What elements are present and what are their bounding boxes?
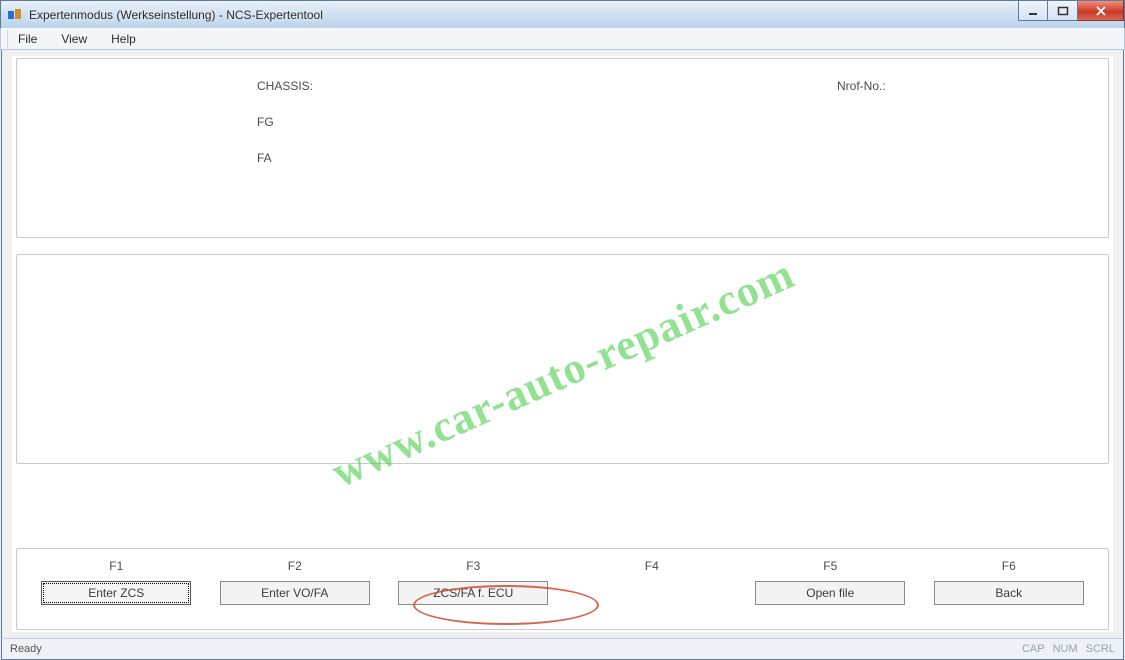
label-f4: F4 (563, 549, 742, 581)
label-f1: F1 (27, 549, 206, 581)
status-cap: CAP (1022, 643, 1045, 655)
spacer (12, 476, 1113, 536)
fn-button-row: Enter ZCS Enter VO/FA ZCS/FA f. ECU Open… (17, 581, 1108, 615)
label-chassis: CHASSIS: (257, 79, 313, 93)
menu-help[interactable]: Help (100, 29, 147, 49)
status-bar: Ready CAP NUM SCRL (1, 638, 1124, 660)
label-f3: F3 (384, 549, 563, 581)
window-buttons (1018, 1, 1124, 21)
window-title: Expertenmodus (Werkseinstellung) - NCS-E… (29, 8, 323, 22)
client-area: CHASSIS: FG FA Nrof-No.: F1 F2 F3 F4 F5 … (1, 50, 1124, 638)
function-buttons-group: F1 F2 F3 F4 F5 F6 Enter ZCS Enter VO/FA … (16, 548, 1109, 630)
back-button[interactable]: Back (934, 581, 1084, 605)
minimize-button[interactable] (1018, 1, 1048, 21)
close-button[interactable] (1078, 1, 1124, 21)
label-fg: FG (257, 115, 274, 129)
client-inner: CHASSIS: FG FA Nrof-No.: F1 F2 F3 F4 F5 … (12, 56, 1113, 632)
status-num: NUM (1053, 643, 1078, 655)
title-bar: Expertenmodus (Werkseinstellung) - NCS-E… (0, 0, 1125, 28)
app-icon (7, 7, 23, 23)
fn-key-row: F1 F2 F3 F4 F5 F6 (17, 549, 1108, 581)
label-f2: F2 (206, 549, 385, 581)
status-indicators: CAP NUM SCRL (1022, 643, 1115, 655)
menu-view[interactable]: View (50, 29, 98, 49)
status-scrl: SCRL (1086, 643, 1115, 655)
label-nrofno: Nrof-No.: (837, 79, 886, 93)
enter-vofa-button[interactable]: Enter VO/FA (220, 581, 370, 605)
status-text: Ready (10, 643, 42, 655)
menu-bar: File View Help (0, 28, 1125, 50)
zcs-fa-ecu-button[interactable]: ZCS/FA f. ECU (398, 581, 548, 605)
menu-file[interactable]: File (7, 29, 48, 49)
maximize-button[interactable] (1048, 1, 1078, 21)
label-fa: FA (257, 151, 272, 165)
label-f6: F6 (920, 549, 1099, 581)
label-f5: F5 (741, 549, 920, 581)
enter-zcs-button[interactable]: Enter ZCS (41, 581, 191, 605)
info-group: CHASSIS: FG FA Nrof-No.: (16, 58, 1109, 238)
middle-group (16, 254, 1109, 464)
open-file-button[interactable]: Open file (755, 581, 905, 605)
